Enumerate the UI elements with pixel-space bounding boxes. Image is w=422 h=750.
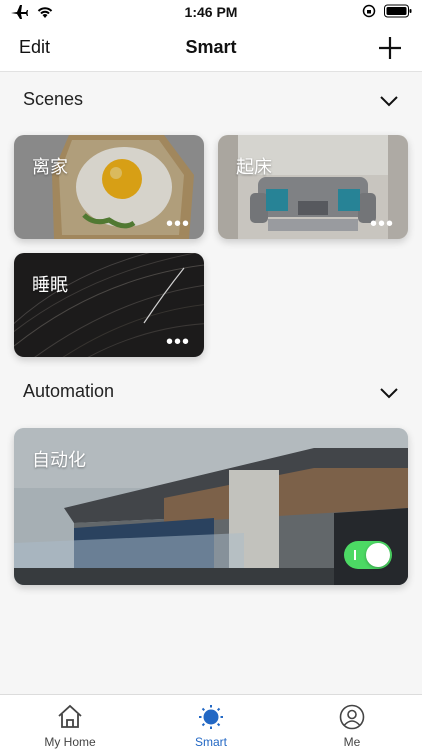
more-options-button[interactable]: ••• [370,214,394,234]
add-scene-button[interactable] [378,36,402,60]
automation-label: 自动化 [32,450,86,470]
automation-toggle[interactable] [344,541,392,569]
toggle-knob[interactable] [366,543,390,567]
automation-header[interactable]: Automation [0,372,422,412]
scene-label: 起床 [236,157,272,177]
person-icon [339,704,365,730]
scene-label: 睡眠 [32,275,68,295]
status-right [362,4,412,18]
automation-title: Automation [23,381,115,401]
scenes-title: Scenes [23,89,84,109]
edit-button[interactable]: Edit [19,37,50,58]
chevron-down-icon[interactable] [378,90,400,112]
scenes-header[interactable]: Scenes [0,80,422,120]
page-title: Smart [185,37,237,57]
more-options-button[interactable]: ••• [166,332,190,352]
status-time: 1:46 PM [184,4,238,20]
tab-label: Smart [194,735,227,749]
tab-smart[interactable]: Smart [141,695,281,750]
tab-bar: My Home Smart Me [0,694,422,750]
toggle-on-mark [354,550,356,560]
automation-card[interactable]: 自动化 [14,428,408,585]
tab-label: My Home [44,735,96,749]
battery-icon [384,4,412,18]
scene-label: 离家 [32,157,68,177]
home-icon [58,704,82,728]
rotation-lock-icon [362,4,376,18]
scene-card-sleep[interactable]: 睡眠 ••• [14,253,204,357]
tab-label: Me [343,735,361,749]
chevron-down-icon[interactable] [378,382,400,404]
scene-card-leave-home[interactable]: 离家 ••• [14,135,204,239]
sun-icon [199,705,223,729]
more-options-button[interactable]: ••• [166,214,190,234]
status-bar: 1:46 PM [0,0,422,24]
nav-bar: Edit Smart [0,24,422,72]
tab-me[interactable]: Me [282,695,422,750]
tab-my-home[interactable]: My Home [0,695,140,750]
scene-card-wake-up[interactable]: 起床 ••• [218,135,408,239]
